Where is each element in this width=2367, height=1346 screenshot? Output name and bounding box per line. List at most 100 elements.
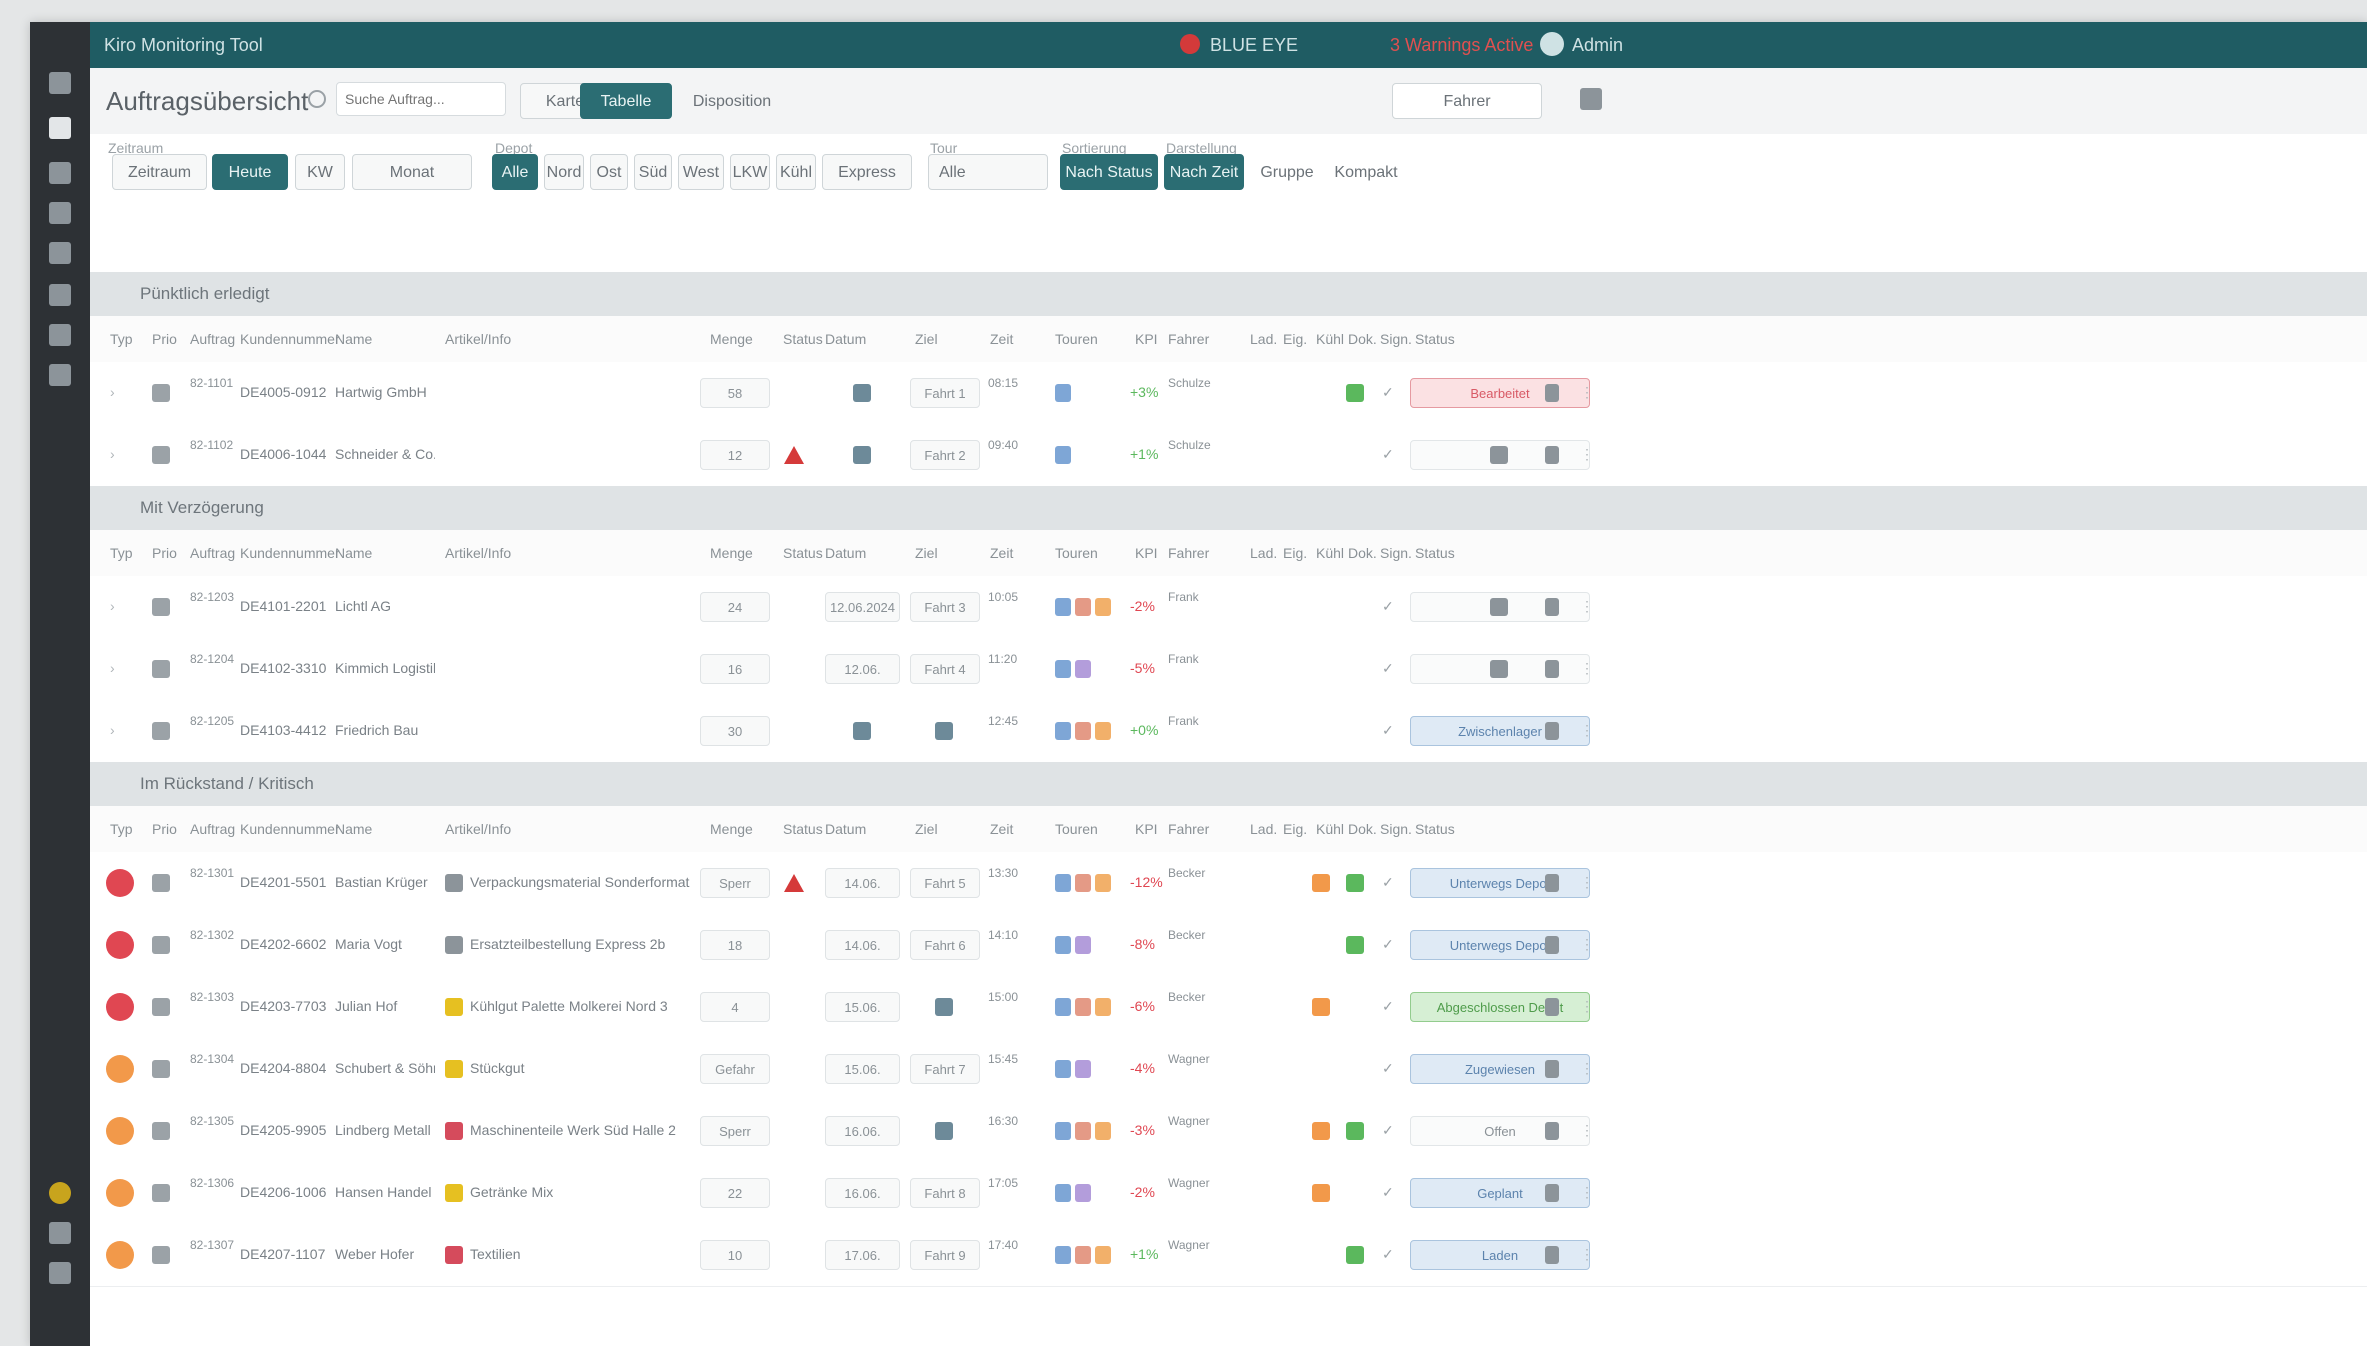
column-header-6[interactable]: Menge <box>710 331 753 347</box>
column-header-5[interactable]: Artikel/Info <box>445 331 511 347</box>
order-number[interactable]: 82-1203 <box>190 590 234 605</box>
status-badge[interactable]: Bearbeitet <box>1410 378 1590 408</box>
depot-kuehl-button[interactable]: Kühl <box>776 154 816 190</box>
column-header-17[interactable]: Dok. <box>1348 545 1377 561</box>
date-pill[interactable]: 15.06. <box>825 992 900 1022</box>
column-header-3[interactable]: Kundennummer <box>240 821 340 837</box>
table-row[interactable]: 82-1302 DE4202-6602 Maria Vogt Ersatzteilbe… <box>90 914 2367 977</box>
date-pill[interactable]: 16.06. <box>825 1178 900 1208</box>
display-group-button[interactable]: Gruppe <box>1252 154 1322 190</box>
column-header-0[interactable]: Typ <box>110 331 133 347</box>
column-header-9[interactable]: Ziel <box>915 821 938 837</box>
row-action-icon[interactable] <box>1545 722 1559 740</box>
orders-icon[interactable] <box>49 117 71 139</box>
order-number[interactable]: 82-1306 <box>190 1176 234 1191</box>
column-header-16[interactable]: Kühl <box>1316 331 1344 347</box>
row-menu-icon[interactable]: ⋮ <box>1580 998 1594 1015</box>
column-header-10[interactable]: Zeit <box>990 331 1013 347</box>
date-pill[interactable]: 14.06. <box>825 930 900 960</box>
column-header-11[interactable]: Touren <box>1055 821 1098 837</box>
order-number[interactable]: 82-1302 <box>190 928 234 943</box>
period-today-button[interactable]: Heute <box>212 154 288 190</box>
users-icon[interactable] <box>49 284 71 306</box>
column-header-0[interactable]: Typ <box>110 545 133 561</box>
table-row[interactable]: › 82-1203 DE4101-2201 Lichtl AG 24 12.06.2024… <box>90 576 2367 639</box>
row-action-icon[interactable] <box>1545 384 1559 402</box>
map-icon[interactable] <box>49 162 71 184</box>
status-badge[interactable]: Unterwegs Depot <box>1410 930 1590 960</box>
row-menu-icon[interactable]: ⋮ <box>1580 660 1594 677</box>
column-header-19[interactable]: Status <box>1415 545 1455 561</box>
status-badge[interactable]: Abgeschlossen Depot <box>1410 992 1590 1022</box>
expand-icon[interactable]: › <box>110 598 115 614</box>
group-header[interactable]: Im Rückstand / Kritisch <box>90 762 2367 806</box>
column-header-14[interactable]: Lad. <box>1250 821 1277 837</box>
signature-check-icon[interactable]: ✓ <box>1382 722 1394 739</box>
row-action-icon[interactable] <box>1545 1184 1559 1202</box>
row-action-icon[interactable] <box>1545 998 1559 1016</box>
date-pill[interactable]: 12.06. <box>825 654 900 684</box>
row-menu-icon[interactable]: ⋮ <box>1580 936 1594 953</box>
column-header-17[interactable]: Dok. <box>1348 331 1377 347</box>
column-header-17[interactable]: Dok. <box>1348 821 1377 837</box>
table-row[interactable]: › 82-1102 DE4006-1044 Schneider & Co. 12 Fahr… <box>90 424 2367 487</box>
column-header-18[interactable]: Sign. <box>1380 821 1412 837</box>
signature-check-icon[interactable]: ✓ <box>1382 1246 1394 1263</box>
status-badge[interactable]: Zwischenlager <box>1410 716 1590 746</box>
column-header-0[interactable]: Typ <box>110 821 133 837</box>
table-row[interactable]: 82-1301 DE4201-5501 Bastian Krüger Verpacku… <box>90 852 2367 915</box>
column-header-16[interactable]: Kühl <box>1316 821 1344 837</box>
table-row[interactable]: 82-1305 DE4205-9905 Lindberg Metall Maschin… <box>90 1100 2367 1163</box>
period-range-button[interactable]: Zeitraum <box>112 154 207 190</box>
column-header-8[interactable]: Datum <box>825 821 866 837</box>
status-badge[interactable]: Laden <box>1410 1240 1590 1270</box>
signature-check-icon[interactable]: ✓ <box>1382 1122 1394 1139</box>
row-menu-icon[interactable]: ⋮ <box>1580 1122 1594 1139</box>
column-header-6[interactable]: Menge <box>710 545 753 561</box>
row-action-icon[interactable] <box>1545 1122 1559 1140</box>
date-pill[interactable]: 15.06. <box>825 1054 900 1084</box>
target-pill[interactable]: Fahrt 7 <box>910 1054 980 1084</box>
column-header-15[interactable]: Eig. <box>1283 821 1307 837</box>
row-action-icon[interactable] <box>1545 1060 1559 1078</box>
order-number[interactable]: 82-1304 <box>190 1052 234 1067</box>
period-week-button[interactable]: KW <box>295 154 345 190</box>
column-header-8[interactable]: Datum <box>825 331 866 347</box>
help-icon[interactable] <box>49 1222 71 1244</box>
status-badge[interactable]: Unterwegs Depot <box>1410 868 1590 898</box>
column-header-13[interactable]: Fahrer <box>1168 821 1209 837</box>
target-pill[interactable]: Fahrt 8 <box>910 1178 980 1208</box>
depot-all-button[interactable]: Alle <box>492 154 538 190</box>
column-header-16[interactable]: Kühl <box>1316 545 1344 561</box>
expand-icon[interactable]: › <box>110 384 115 400</box>
depot-express-select[interactable]: Express <box>822 154 912 190</box>
column-header-13[interactable]: Fahrer <box>1168 331 1209 347</box>
column-header-4[interactable]: Name <box>335 821 372 837</box>
group-header[interactable]: Pünktlich erledigt <box>90 272 2367 316</box>
target-pill[interactable]: Fahrt 3 <box>910 592 980 622</box>
column-header-12[interactable]: KPI <box>1135 331 1158 347</box>
row-action-icon[interactable] <box>1545 598 1559 616</box>
order-number[interactable]: 82-1204 <box>190 652 234 667</box>
column-header-1[interactable]: Prio <box>152 821 177 837</box>
row-action-icon[interactable] <box>1545 660 1559 678</box>
order-number[interactable]: 82-1102 <box>190 438 233 453</box>
driver-filter[interactable]: Fahrer <box>1392 83 1542 119</box>
column-header-14[interactable]: Lad. <box>1250 331 1277 347</box>
signature-check-icon[interactable]: ✓ <box>1382 598 1394 615</box>
date-pill[interactable]: 12.06.2024 <box>825 592 900 622</box>
column-header-2[interactable]: Auftrag <box>190 821 235 837</box>
alert-text[interactable]: 3 Warnings Active <box>1390 35 1533 56</box>
table-row[interactable]: 82-1307 DE4207-1107 Weber Hofer Textilien 10… <box>90 1224 2367 1287</box>
depot-nord-button[interactable]: Nord <box>544 154 584 190</box>
row-menu-icon[interactable]: ⋮ <box>1580 598 1594 615</box>
target-pill[interactable]: Fahrt 9 <box>910 1240 980 1270</box>
search-input[interactable] <box>336 82 506 116</box>
column-header-15[interactable]: Eig. <box>1283 545 1307 561</box>
order-number[interactable]: 82-1305 <box>190 1114 234 1129</box>
calendar-icon[interactable] <box>49 242 71 264</box>
more-icon[interactable] <box>1580 88 1602 110</box>
status-badge[interactable]: Offen <box>1410 1116 1590 1146</box>
display-compact-button[interactable]: Kompakt <box>1326 154 1406 190</box>
table-row[interactable]: 82-1304 DE4204-8804 Schubert & Söhne Stückg… <box>90 1038 2367 1101</box>
